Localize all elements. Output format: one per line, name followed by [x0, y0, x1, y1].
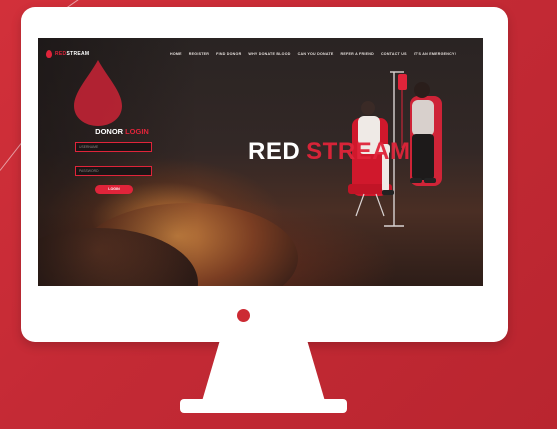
- donor-login-form: DONOR LOGIN USERNAME PASSWORD LOGIN: [75, 127, 155, 194]
- monitor-stand-neck: [201, 342, 326, 402]
- site-logo[interactable]: REDSTREAM: [46, 50, 89, 58]
- website-screen: REDSTREAM HOME REGISTER FIND DONOR WHY D…: [38, 38, 483, 286]
- nav-item-register[interactable]: REGISTER: [189, 52, 209, 56]
- nav-item-why-donate-blood[interactable]: WHY DONATE BLOOD: [248, 52, 290, 56]
- login-button[interactable]: LOGIN: [95, 185, 133, 194]
- large-blood-drop-graphic: [74, 60, 122, 126]
- blood-drop-icon: [46, 50, 52, 58]
- hero-title-white: RED: [248, 138, 301, 165]
- logo-text: REDSTREAM: [55, 51, 89, 57]
- nav-menu: HOME REGISTER FIND DONOR WHY DONATE BLOO…: [170, 52, 463, 56]
- login-title: DONOR LOGIN: [89, 127, 155, 136]
- password-input[interactable]: PASSWORD: [75, 166, 152, 176]
- top-navigation: REDSTREAM HOME REGISTER FIND DONOR WHY D…: [38, 38, 483, 68]
- username-input[interactable]: USERNAME: [75, 142, 152, 152]
- nav-item-can-you-donate[interactable]: CAN YOU DONATE: [298, 52, 334, 56]
- hero-title: RED STREAM: [248, 138, 411, 166]
- login-title-red: LOGIN: [125, 127, 149, 136]
- nav-item-emergency[interactable]: IT'S AN EMERGENCY!: [414, 52, 456, 56]
- monitor-stand-base: [180, 399, 347, 413]
- monitor-frame: REDSTREAM HOME REGISTER FIND DONOR WHY D…: [21, 7, 508, 342]
- nav-item-contact-us[interactable]: CONTACT US: [381, 52, 407, 56]
- hero-title-red: STREAM: [306, 138, 411, 165]
- nav-item-find-donor[interactable]: FIND DONOR: [216, 52, 241, 56]
- nav-item-refer-a-friend[interactable]: REFER A FRIEND: [341, 52, 374, 56]
- logo-white-text: STREAM: [66, 51, 90, 57]
- nav-item-home[interactable]: HOME: [170, 52, 182, 56]
- logo-red-text: RED: [55, 51, 67, 57]
- login-title-white: DONOR: [95, 127, 124, 136]
- monitor-power-dot: [237, 309, 250, 322]
